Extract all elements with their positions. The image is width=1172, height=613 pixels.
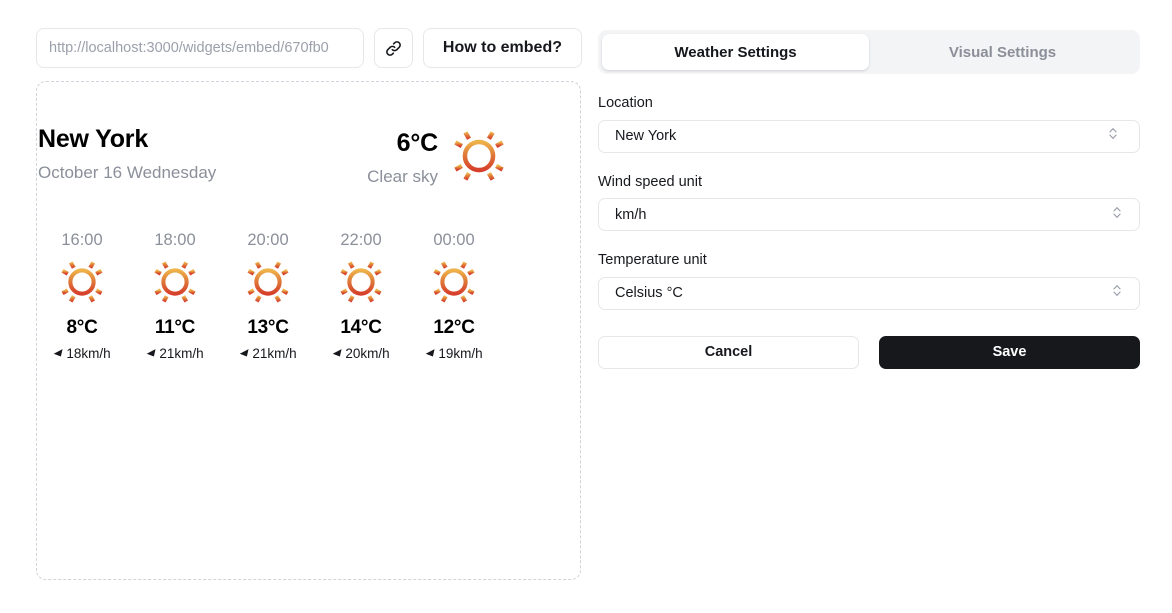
embed-url-bar: How to embed? bbox=[36, 28, 582, 68]
location-select-wrap: New York bbox=[598, 119, 1140, 153]
wind-speed-unit-select-wrap: km/h bbox=[598, 198, 1140, 231]
hour-temperature: 13°C bbox=[247, 316, 289, 338]
how-to-embed-button[interactable]: How to embed? bbox=[422, 28, 582, 68]
field-label-wind-speed-unit: Wind speed unit bbox=[598, 173, 702, 190]
sun-icon bbox=[450, 127, 508, 190]
sun-icon bbox=[430, 258, 478, 311]
current-temp-group: 6°C Clear sky bbox=[367, 129, 438, 187]
field-label-location: Location bbox=[598, 95, 653, 111]
weather-location-block: New York October 16 Wednesday bbox=[38, 125, 216, 183]
hourly-forecast-item: 20:00 13°C 21km/h bbox=[224, 232, 312, 360]
wind-direction-arrow-icon bbox=[239, 347, 251, 359]
field-label-temperature-unit: Temperature unit bbox=[598, 252, 707, 268]
hour-time: 18:00 bbox=[154, 231, 196, 249]
wind-direction-arrow-icon bbox=[425, 347, 437, 359]
hour-wind: 20km/h bbox=[332, 345, 390, 361]
hour-temperature: 8°C bbox=[66, 316, 98, 338]
widget-date: October 16 Wednesday bbox=[38, 162, 217, 182]
wind-direction-arrow-icon bbox=[332, 347, 344, 359]
cancel-button[interactable]: Cancel bbox=[598, 335, 859, 369]
temperature-unit-select[interactable]: Celsius °C bbox=[598, 276, 1140, 310]
sun-icon bbox=[244, 258, 292, 311]
sun-icon bbox=[151, 258, 199, 311]
embed-url-input[interactable] bbox=[36, 28, 365, 68]
hour-wind-speed: 18km/h bbox=[66, 345, 111, 361]
wind-direction-arrow-icon bbox=[146, 347, 158, 359]
widget-current-temperature: 6°C bbox=[396, 129, 439, 158]
weather-widget-header: New York October 16 Wednesday 6°C Clear … bbox=[38, 125, 508, 190]
hourly-forecast-row: 16:00 8°C 18km/h 18:00 11°C 21km/h 20:00… bbox=[38, 232, 498, 360]
tab-visual-settings[interactable]: Visual Settings bbox=[869, 34, 1136, 70]
embed-settings-page: How to embed? New York October 16 Wednes… bbox=[0, 0, 1172, 613]
hourly-forecast-item: 00:00 12°C 19km/h bbox=[410, 232, 498, 360]
weather-widget: New York October 16 Wednesday 6°C Clear … bbox=[38, 125, 508, 360]
hour-wind-speed: 19km/h bbox=[438, 345, 483, 361]
sun-icon bbox=[337, 258, 385, 311]
temperature-unit-select-wrap: Celsius °C bbox=[598, 276, 1140, 310]
hour-wind: 19km/h bbox=[425, 345, 483, 361]
hour-wind: 21km/h bbox=[146, 345, 204, 361]
widget-condition-text: Clear sky bbox=[367, 167, 438, 187]
hour-time: 00:00 bbox=[433, 231, 475, 249]
hourly-forecast-item: 22:00 14°C 20km/h bbox=[317, 232, 405, 360]
save-button[interactable]: Save bbox=[879, 335, 1140, 369]
hour-temperature: 11°C bbox=[154, 316, 196, 338]
hour-temperature: 14°C bbox=[340, 316, 382, 338]
location-select[interactable]: New York bbox=[598, 119, 1140, 153]
link-icon bbox=[384, 39, 403, 58]
weather-current-block: 6°C Clear sky bbox=[367, 127, 508, 190]
hour-wind-speed: 21km/h bbox=[159, 345, 204, 361]
wind-speed-unit-select[interactable]: km/h bbox=[598, 198, 1140, 231]
hour-time: 22:00 bbox=[340, 231, 382, 249]
hour-wind-speed: 21km/h bbox=[252, 345, 297, 361]
embed-preview-column: How to embed? bbox=[36, 28, 582, 68]
field-wind-speed-unit: Wind speed unit km/h bbox=[598, 173, 1140, 231]
sun-icon bbox=[58, 258, 106, 311]
hour-wind-speed: 20km/h bbox=[345, 345, 390, 361]
hour-time: 16:00 bbox=[61, 231, 103, 249]
settings-actions: Cancel Save bbox=[598, 335, 1140, 369]
wind-direction-arrow-icon bbox=[53, 347, 65, 359]
hourly-forecast-item: 16:00 8°C 18km/h bbox=[38, 232, 126, 360]
hour-temperature: 12°C bbox=[433, 316, 475, 338]
hour-wind: 18km/h bbox=[53, 345, 111, 361]
hour-time: 20:00 bbox=[247, 231, 289, 249]
hour-wind: 21km/h bbox=[239, 345, 297, 361]
field-location: Location New York bbox=[598, 96, 1140, 153]
settings-panel: Weather Settings Visual Settings Locatio… bbox=[598, 30, 1140, 369]
copy-link-button[interactable] bbox=[374, 28, 413, 68]
field-temperature-unit: Temperature unit Celsius °C bbox=[598, 253, 1140, 310]
settings-tabs: Weather Settings Visual Settings bbox=[598, 30, 1140, 74]
widget-city-name: New York bbox=[38, 125, 149, 153]
tab-weather-settings[interactable]: Weather Settings bbox=[602, 34, 869, 70]
hourly-forecast-item: 18:00 11°C 21km/h bbox=[131, 232, 219, 360]
